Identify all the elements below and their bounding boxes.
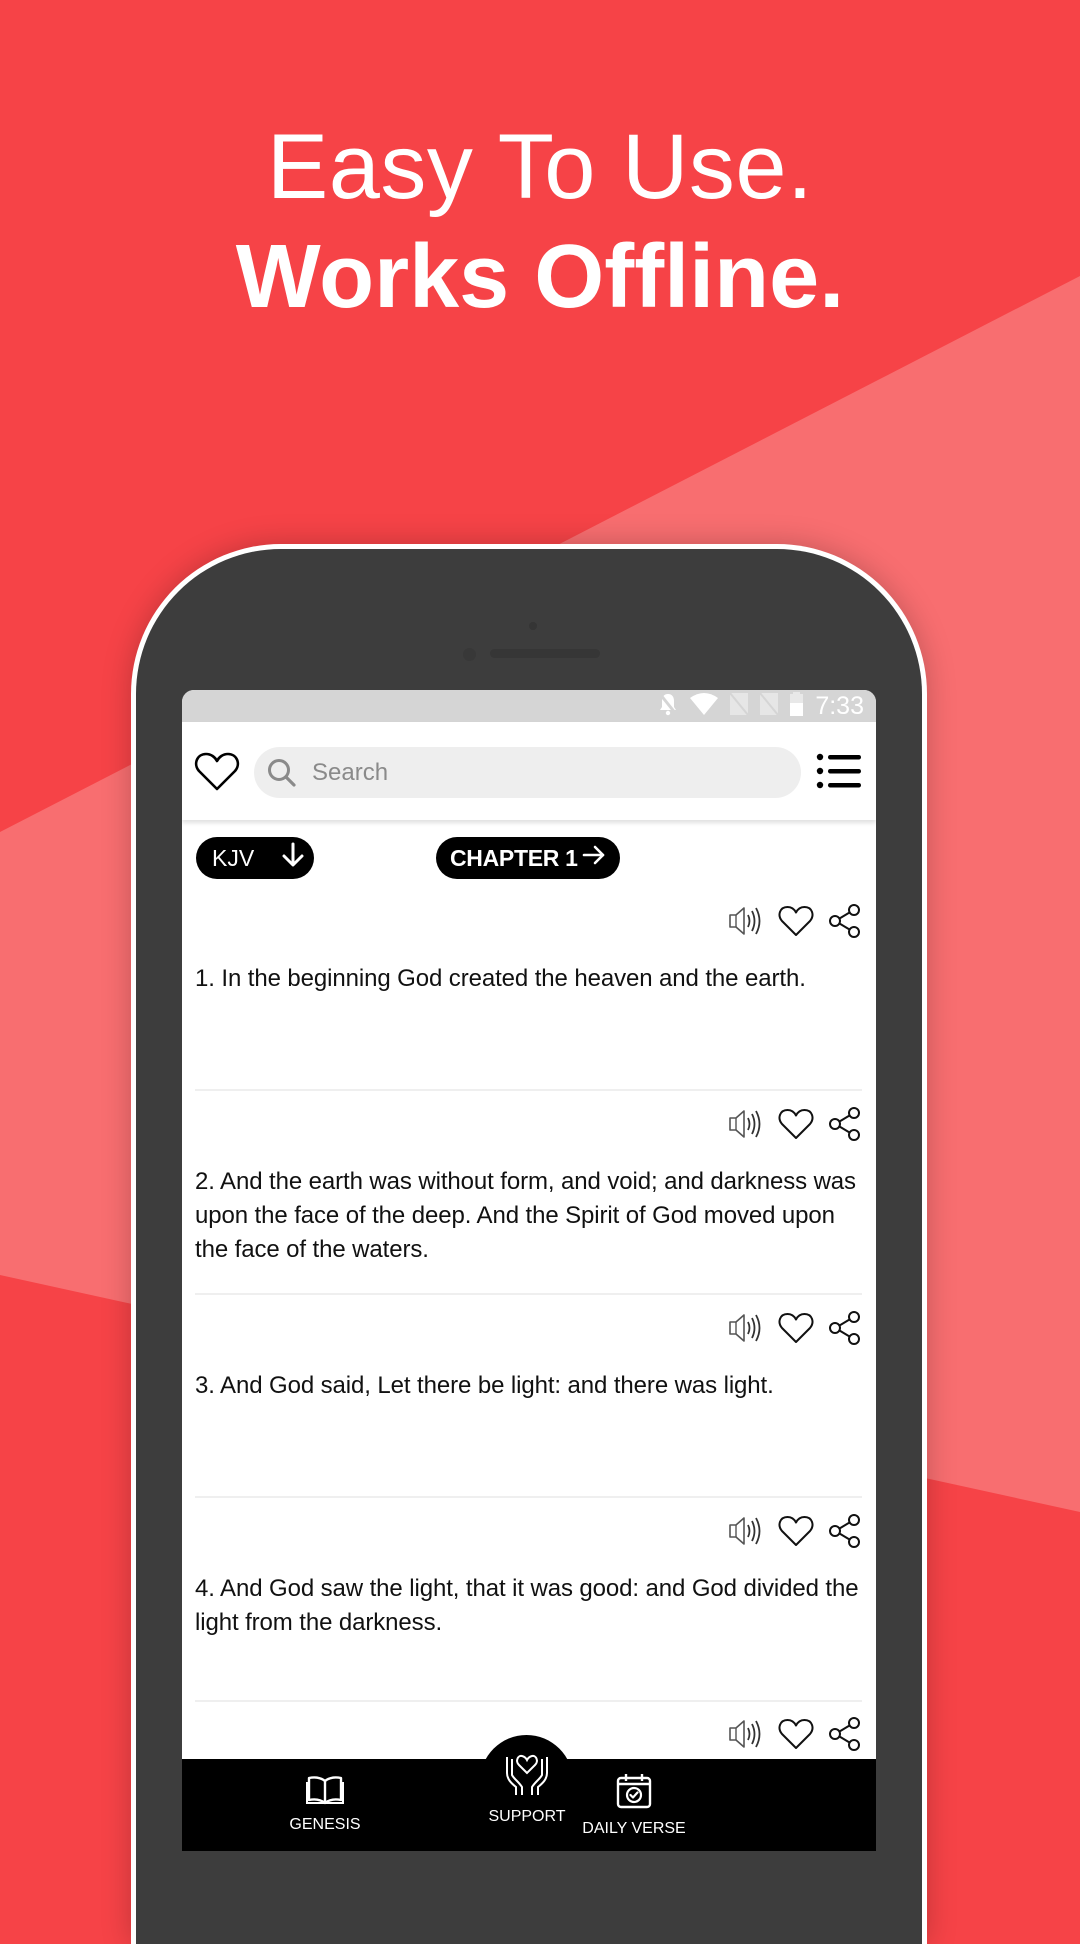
favorite-verse-button[interactable] [778, 1312, 814, 1349]
speaker-icon [728, 1515, 764, 1552]
status-time: 7:33 [815, 691, 864, 720]
favorite-verse-button[interactable] [778, 905, 814, 942]
search-bar[interactable] [254, 747, 801, 798]
heart-outline-icon [194, 752, 240, 796]
speaker-icon [728, 1108, 764, 1145]
list-menu-icon [816, 753, 862, 796]
verse-text: 1. In the beginning God created the heav… [195, 965, 806, 992]
open-book-icon [306, 1776, 344, 1809]
verse-actions [728, 1716, 862, 1757]
nav-genesis-label: GENESIS [289, 1816, 361, 1833]
share-icon [828, 1310, 862, 1351]
version-selector-button[interactable]: KJV [196, 837, 314, 879]
verse-actions [728, 1310, 862, 1351]
verse-actions [728, 903, 862, 944]
heart-outline-icon [778, 1108, 814, 1145]
version-label: KJV [212, 844, 255, 871]
verse-text: 4. And God saw the light, that it was go… [195, 1575, 859, 1636]
verse-item: 2. And the earth was without form, and v… [195, 1106, 862, 1288]
chapter-label: CHAPTER 1 [450, 844, 578, 871]
menu-button[interactable] [816, 750, 862, 792]
nav-support-label: SUPPORT [488, 1808, 566, 1825]
listen-button[interactable] [728, 1312, 764, 1349]
status-bar: 7:33 [182, 690, 876, 722]
share-verse-button[interactable] [828, 1513, 862, 1554]
share-icon [828, 1716, 862, 1757]
share-icon [828, 1106, 862, 1147]
share-verse-button[interactable] [828, 1106, 862, 1147]
favorite-verse-button[interactable] [778, 1515, 814, 1552]
heart-outline-icon [778, 1312, 814, 1349]
no-sim-icon [759, 691, 780, 720]
search-icon [266, 757, 298, 789]
verse-divider [195, 1700, 862, 1702]
verse-text: 3. And God said, Let there be light: and… [195, 1372, 774, 1399]
favorite-verse-button[interactable] [778, 1718, 814, 1755]
listen-button[interactable] [728, 905, 764, 942]
verse-divider [195, 1293, 862, 1295]
nav-daily-verse-label: DAILY VERSE [582, 1820, 686, 1837]
headline-line-2: Works Offline. [235, 227, 845, 327]
verse-item: 1. In the beginning God created the heav… [195, 903, 862, 1085]
proximity-sensor [463, 648, 476, 661]
search-input[interactable] [312, 747, 782, 798]
headline-line-1: Easy To Use. [266, 116, 814, 218]
listen-button[interactable] [728, 1515, 764, 1552]
verse-text: 2. And the earth was without form, and v… [195, 1168, 856, 1263]
calendar-check-icon [616, 1774, 652, 1813]
app-screen: 7:33 KJV CHAPTER 1 [182, 690, 876, 1851]
verse-actions [728, 1513, 862, 1554]
verse-divider [195, 1496, 862, 1498]
wifi-icon [690, 692, 719, 720]
heart-outline-icon [778, 905, 814, 942]
verse-item: 4. And God saw the light, that it was go… [195, 1513, 862, 1695]
nav-daily-verse[interactable]: DAILY VERSE [569, 1773, 699, 1838]
heart-outline-icon [778, 1718, 814, 1755]
battery-icon [790, 691, 804, 721]
verse-item: 3. And God said, Let there be light: and… [195, 1310, 862, 1492]
speaker-icon [728, 905, 764, 942]
arrow-right-icon [582, 844, 606, 872]
earpiece-speaker [490, 649, 600, 658]
share-icon [828, 1513, 862, 1554]
notifications-off-icon [658, 692, 678, 721]
nav-genesis[interactable]: GENESIS [275, 1775, 375, 1834]
share-verse-button[interactable] [828, 1716, 862, 1757]
hands-heart-icon [503, 1754, 551, 1801]
front-camera [529, 622, 537, 630]
chapter-selector-button[interactable]: CHAPTER 1 [436, 837, 620, 879]
listen-button[interactable] [728, 1718, 764, 1755]
share-verse-button[interactable] [828, 1310, 862, 1351]
favorites-button[interactable] [194, 752, 240, 792]
speaker-icon [728, 1718, 764, 1755]
verse-divider [195, 1089, 862, 1091]
share-verse-button[interactable] [828, 903, 862, 944]
listen-button[interactable] [728, 1108, 764, 1145]
app-bar [182, 722, 876, 820]
heart-outline-icon [778, 1515, 814, 1552]
no-sim-icon [729, 691, 750, 720]
speaker-icon [728, 1312, 764, 1349]
favorite-verse-button[interactable] [778, 1108, 814, 1145]
share-icon [828, 903, 862, 944]
verse-actions [728, 1106, 862, 1147]
nav-support[interactable]: SUPPORT [477, 1753, 577, 1826]
arrow-down-icon [282, 842, 304, 874]
